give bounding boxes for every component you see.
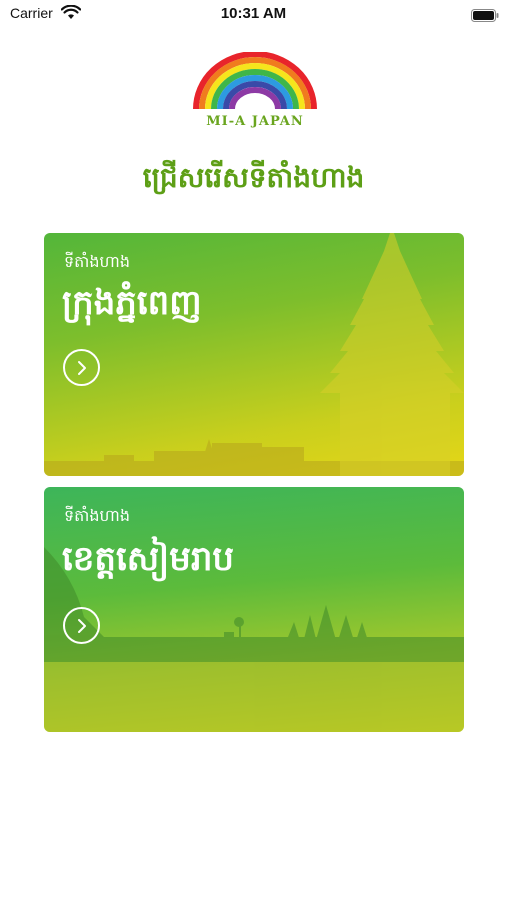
clock-time: 10:31 AM (220, 5, 287, 22)
location-name: ក្រុងភ្នំពេញ (62, 283, 202, 323)
page-title: ជ្រើសរើសទីតាំងហាង (142, 161, 365, 194)
battery-icon (471, 7, 499, 22)
card-label: ទីតាំងហាង (64, 506, 131, 525)
card-label: ទីតាំងហាង (64, 252, 131, 271)
open-location-button[interactable] (63, 607, 100, 644)
open-location-button[interactable] (63, 349, 100, 386)
status-bar: Carrier 10:31 AM (0, 0, 507, 28)
brand-logo: MI-A JAPAN (190, 52, 320, 136)
location-name: ខេត្តសៀមរាប (62, 539, 234, 579)
chevron-right-icon (78, 619, 86, 633)
location-card-phnom-penh[interactable]: ទីតាំងហាង ក្រុងភ្នំពេញ (44, 233, 464, 476)
chevron-right-icon (78, 361, 86, 375)
rainbow-logo-icon (193, 52, 317, 110)
logo-text: MI-A JAPAN (206, 114, 304, 129)
location-card-siem-reap[interactable]: ទីតាំងហាង ខេត្តសៀមរាប (44, 487, 464, 732)
